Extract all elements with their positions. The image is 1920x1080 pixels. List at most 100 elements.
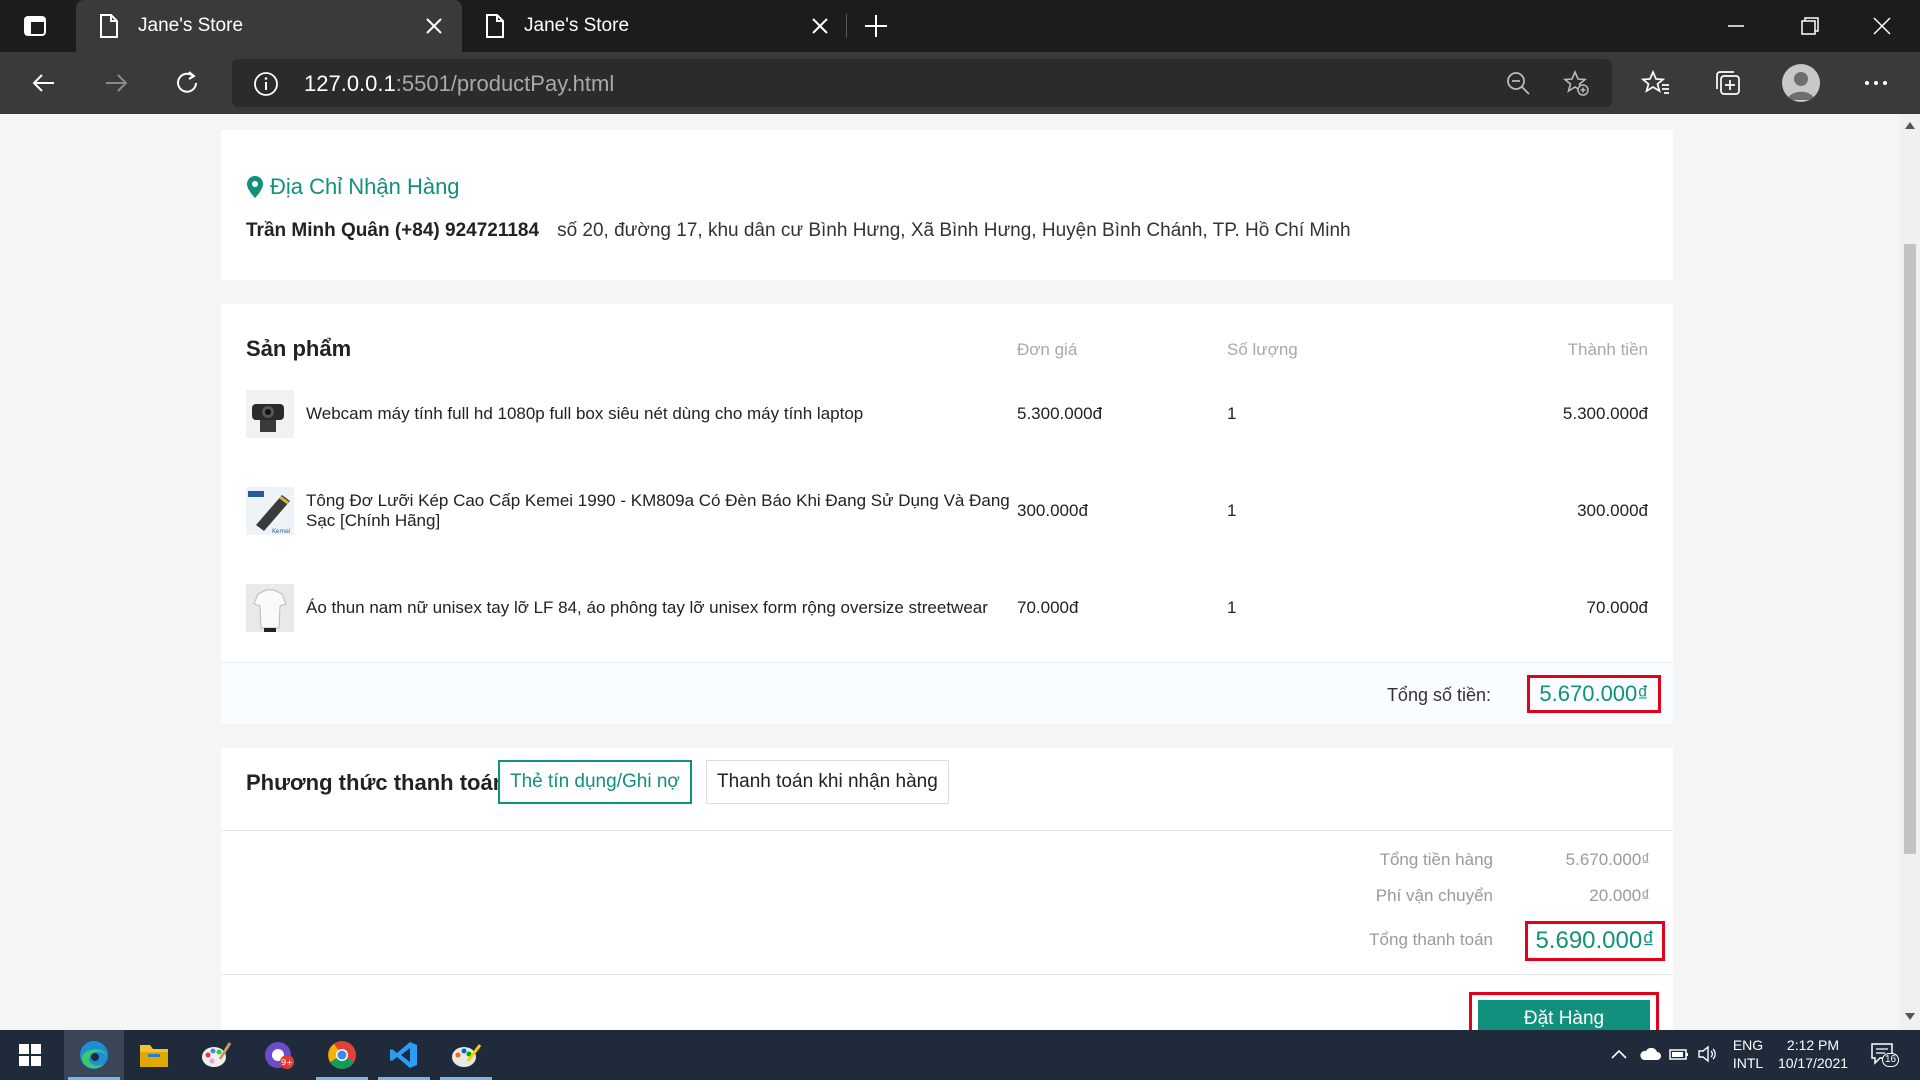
more-menu-icon[interactable] — [1860, 67, 1892, 99]
shipping-address-title: Địa Chỉ Nhận Hàng — [270, 174, 460, 199]
collections-icon[interactable] — [1712, 67, 1744, 99]
svg-text:Kemei: Kemei — [272, 528, 291, 535]
notification-count: 16 — [1882, 1053, 1900, 1067]
favorites-icon[interactable] — [1640, 67, 1672, 99]
payment-option-card[interactable]: Thẻ tín dụng/Ghi nợ — [498, 760, 692, 804]
speaker-icon[interactable] — [1696, 1044, 1720, 1064]
taskbar-paint[interactable] — [186, 1030, 246, 1080]
payment-option-cod[interactable]: Thanh toán khi nhận hàng — [706, 760, 949, 804]
start-button[interactable] — [0, 1030, 60, 1080]
product-line-total: 300.000đ — [1577, 501, 1648, 520]
products-subtotal-bar: Tổng số tiền: 5.670.000₫ — [221, 662, 1673, 724]
taskbar-file-explorer[interactable] — [124, 1030, 184, 1080]
shipping-fee-label: Phí vận chuyển — [1375, 886, 1493, 905]
divider — [221, 974, 1673, 975]
scroll-up-icon[interactable] — [1904, 120, 1916, 130]
taskbar-chrome[interactable] — [312, 1030, 372, 1080]
shipping-address-card: Địa Chỉ Nhận Hàng Trần Minh Quân (+84) 9… — [221, 130, 1673, 280]
taskbar-edge[interactable] — [64, 1030, 124, 1080]
scroll-down-icon[interactable] — [1904, 1012, 1916, 1022]
browser-tab-bar: Jane's Store Jane's Store — [0, 0, 1920, 52]
close-tab-icon[interactable] — [422, 14, 446, 38]
paint-icon — [202, 1042, 232, 1067]
url-path: :5501/productPay.html — [395, 71, 615, 96]
svg-text:9+: 9+ — [281, 1058, 293, 1067]
chrome-badge-icon: 9+ — [265, 1042, 294, 1069]
add-favorite-icon[interactable] — [1562, 69, 1590, 97]
folder-icon — [140, 1045, 168, 1067]
product-name: Tông Đơ Lưỡi Kép Cao Cấp Kemei 1990 - KM… — [306, 491, 1010, 530]
page-viewport: Địa Chỉ Nhận Hàng Trần Minh Quân (+84) 9… — [0, 114, 1900, 1030]
site-info-icon[interactable] — [252, 70, 280, 98]
tab-title: Jane's Store — [138, 15, 244, 36]
refresh-icon[interactable] — [171, 67, 203, 99]
goods-total-value: 5.670.000₫ — [1565, 850, 1650, 869]
products-title: Sản phẩm — [246, 336, 352, 361]
keyboard-layout: INTL — [1732, 1055, 1764, 1071]
close-window-icon[interactable] — [1868, 12, 1896, 40]
products-card: Sản phẩm Đơn giá Số lượng Thành tiền Web… — [221, 304, 1673, 724]
windows-logo-icon — [19, 1044, 41, 1066]
goods-total-label: Tổng tiền hàng — [1379, 850, 1493, 869]
tab-title: Jane's Store — [524, 15, 630, 36]
tab-janes-store-1[interactable]: Jane's Store — [76, 0, 462, 52]
subtotal-value: 5.670.000₫ — [1527, 675, 1661, 713]
page-icon — [486, 14, 504, 38]
language-code: ENG — [1732, 1037, 1764, 1053]
onedrive-cloud-icon[interactable] — [1638, 1045, 1662, 1063]
grand-total-label: Tổng thanh toán — [1369, 930, 1493, 949]
payment-card: Phương thức thanh toán Thẻ tín dụng/Ghi … — [221, 748, 1673, 1030]
battery-icon[interactable] — [1668, 1045, 1690, 1063]
taskbar-paint-3d[interactable] — [436, 1030, 496, 1080]
product-quantity: 1 — [1227, 501, 1237, 520]
vscode-icon — [390, 1042, 417, 1068]
grand-total-value: 5.690.000₫ — [1525, 921, 1665, 961]
place-order-button[interactable]: Đặt Hàng — [1478, 1000, 1650, 1030]
url-text[interactable]: 127.0.0.1:5501/productPay.html — [304, 71, 614, 97]
palette-icon — [452, 1044, 482, 1067]
address-bar[interactable]: 127.0.0.1:5501/productPay.html — [232, 59, 1612, 107]
tab-actions-icon[interactable] — [22, 13, 48, 39]
close-tab-icon[interactable] — [808, 14, 832, 38]
page-scrollbar[interactable] — [1900, 114, 1920, 1030]
url-host: 127.0.0.1 — [304, 71, 396, 96]
notification-center[interactable]: 16 — [1870, 1042, 1900, 1068]
page-icon — [100, 14, 118, 38]
product-image-tshirt — [246, 584, 294, 632]
product-quantity: 1 — [1227, 404, 1237, 423]
product-unit-price: 70.000đ — [1017, 598, 1079, 617]
taskbar-chrome-profile[interactable]: 9+ — [250, 1030, 310, 1080]
recipient-name-phone: Trần Minh Quân (+84) 924721184 — [246, 220, 540, 241]
product-name: Áo thun nam nữ unisex tay lỡ LF 84, áo p… — [306, 598, 988, 617]
clock-time: 2:12 PM — [1786, 1037, 1840, 1053]
browser-toolbar: 127.0.0.1:5501/productPay.html — [0, 52, 1920, 114]
product-image-clipper: Kemei — [246, 487, 294, 535]
payment-method-title: Phương thức thanh toán — [246, 770, 507, 795]
new-tab-icon[interactable] — [862, 12, 890, 40]
restore-icon[interactable] — [1796, 12, 1824, 40]
shipping-address-heading: Địa Chỉ Nhận Hàng — [246, 174, 460, 200]
input-language[interactable]: ENG INTL — [1726, 1036, 1770, 1072]
product-row: Kemei Tông Đơ Lưỡi Kép Cao Cấp Kemei 199… — [221, 487, 1673, 537]
forward-icon[interactable] — [100, 67, 132, 99]
profile-avatar[interactable] — [1782, 64, 1820, 102]
product-image-webcam — [246, 390, 294, 438]
tab-janes-store-2[interactable]: Jane's Store — [462, 0, 848, 52]
subtotal-label: Tổng số tiền: — [1386, 685, 1491, 705]
back-icon[interactable] — [28, 67, 60, 99]
chevron-up-icon[interactable] — [1610, 1047, 1628, 1061]
location-pin-icon — [247, 176, 263, 198]
minimize-icon[interactable] — [1722, 12, 1750, 40]
zoom-out-icon[interactable] — [1504, 69, 1532, 97]
taskbar-vscode[interactable] — [374, 1030, 434, 1080]
product-line-total: 70.000đ — [1586, 598, 1648, 617]
shipping-fee-value: 20.000₫ — [1589, 886, 1650, 905]
product-unit-price: 300.000đ — [1017, 501, 1088, 520]
clock[interactable]: 2:12 PM 10/17/2021 — [1770, 1036, 1856, 1072]
column-quantity: Số lượng — [1227, 340, 1298, 359]
divider — [221, 830, 1673, 831]
column-unit-price: Đơn giá — [1017, 340, 1078, 359]
product-line-total: 5.300.000đ — [1562, 404, 1648, 423]
scroll-thumb[interactable] — [1904, 244, 1916, 854]
chrome-icon — [328, 1041, 356, 1069]
